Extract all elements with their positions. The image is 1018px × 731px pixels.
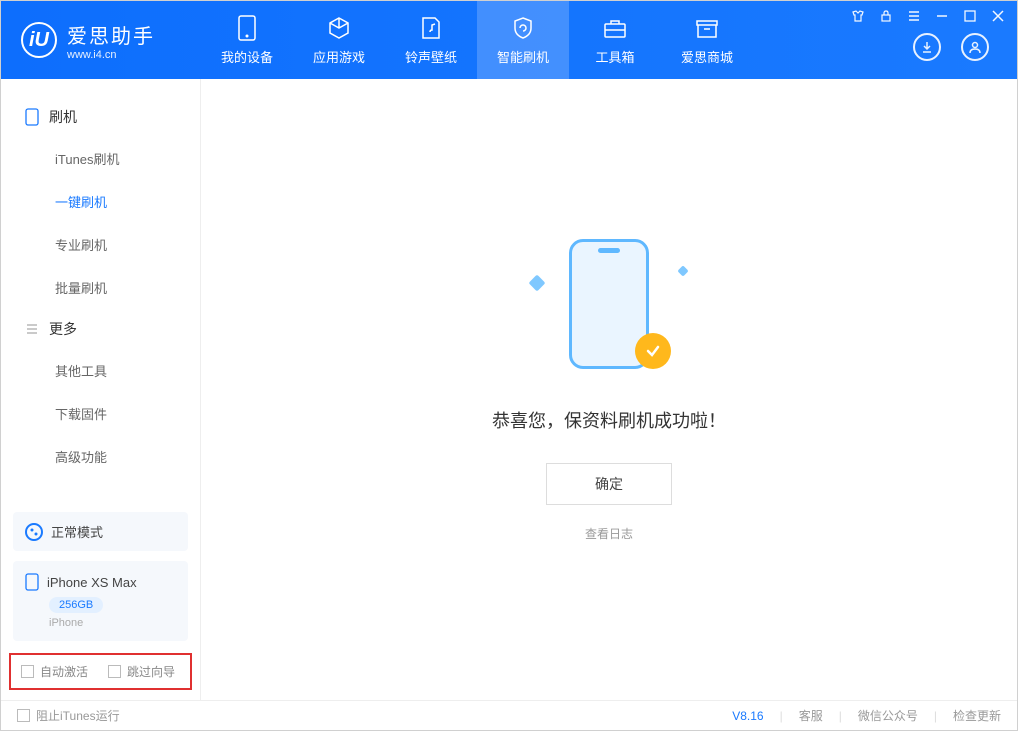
checkbox-label: 跳过向导	[127, 663, 175, 680]
version-label: V8.16	[732, 709, 763, 723]
tab-ringtones-wallpapers[interactable]: 铃声壁纸	[385, 1, 477, 79]
sparkle-icon	[677, 265, 688, 276]
window-controls	[851, 9, 1005, 23]
separator: |	[934, 709, 937, 723]
tab-label: 工具箱	[595, 47, 634, 66]
logo-section: iU 爱思助手 www.i4.cn	[1, 20, 201, 61]
body: 刷机 iTunes刷机 一键刷机 专业刷机 批量刷机 更多 其他工具 下载固件 …	[1, 79, 1017, 700]
device-storage-badge: 256GB	[49, 597, 103, 613]
sidebar-item-advanced[interactable]: 高级功能	[1, 435, 200, 478]
header: iU 爱思助手 www.i4.cn 我的设备 应用游戏 铃声壁纸 智能刷机 工具…	[1, 1, 1017, 79]
sidebar: 刷机 iTunes刷机 一键刷机 专业刷机 批量刷机 更多 其他工具 下载固件 …	[1, 79, 201, 700]
tab-store[interactable]: 爱思商城	[661, 1, 753, 79]
menu-icon[interactable]	[907, 9, 921, 23]
app-url: www.i4.cn	[67, 49, 155, 61]
view-log-link[interactable]: 查看日志	[585, 525, 633, 542]
footer-link-support[interactable]: 客服	[799, 707, 823, 724]
sparkle-icon	[529, 275, 546, 292]
sidebar-item-one-click-flash[interactable]: 一键刷机	[1, 180, 200, 223]
tab-label: 应用游戏	[313, 47, 365, 66]
checkbox-icon	[108, 665, 121, 678]
close-button[interactable]	[991, 9, 1005, 23]
separator: |	[780, 709, 783, 723]
footer-left: 阻止iTunes运行	[17, 707, 120, 724]
tab-smart-flash[interactable]: 智能刷机	[477, 1, 569, 79]
success-message: 恭喜您，保资料刷机成功啦！	[492, 407, 726, 433]
sidebar-item-itunes-flash[interactable]: iTunes刷机	[1, 137, 200, 180]
sidebar-item-pro-flash[interactable]: 专业刷机	[1, 223, 200, 266]
app-title: 爱思助手	[67, 20, 155, 49]
main-content: 恭喜您，保资料刷机成功啦！ 确定 查看日志	[201, 79, 1017, 700]
music-file-icon	[418, 15, 444, 41]
device-type: iPhone	[49, 617, 176, 629]
checkbox-icon	[21, 665, 34, 678]
maximize-button[interactable]	[963, 9, 977, 23]
mode-icon	[25, 523, 43, 541]
sidebar-group-more: 更多	[1, 309, 200, 349]
logo-text: 爱思助手 www.i4.cn	[67, 20, 155, 61]
cube-icon	[326, 15, 352, 41]
list-icon	[25, 322, 39, 336]
mode-label: 正常模式	[51, 522, 103, 541]
device-card[interactable]: iPhone XS Max 256GB iPhone	[13, 561, 188, 641]
highlighted-checkbox-row: 自动激活 跳过向导	[9, 653, 192, 690]
device-name: iPhone XS Max	[47, 575, 137, 590]
sidebar-group-flash: 刷机	[1, 97, 200, 137]
sidebar-item-other-tools[interactable]: 其他工具	[1, 349, 200, 392]
nav-tabs: 我的设备 应用游戏 铃声壁纸 智能刷机 工具箱 爱思商城	[201, 1, 753, 79]
checkmark-badge-icon	[635, 333, 671, 369]
header-action-icons	[913, 33, 989, 61]
footer-link-wechat[interactable]: 微信公众号	[858, 707, 918, 724]
block-itunes-label[interactable]: 阻止iTunes运行	[36, 707, 120, 724]
tab-my-device[interactable]: 我的设备	[201, 1, 293, 79]
lock-icon[interactable]	[879, 9, 893, 23]
minimize-button[interactable]	[935, 9, 949, 23]
ok-button[interactable]: 确定	[546, 463, 672, 505]
checkbox-icon[interactable]	[17, 709, 30, 722]
checkbox-skip-wizard[interactable]: 跳过向导	[108, 663, 175, 680]
footer: 阻止iTunes运行 V8.16 | 客服 | 微信公众号 | 检查更新	[1, 700, 1017, 730]
tab-toolbox[interactable]: 工具箱	[569, 1, 661, 79]
tab-label: 智能刷机	[497, 47, 549, 66]
sidebar-bottom: 正常模式 iPhone XS Max 256GB iPhone	[1, 512, 200, 653]
download-icon[interactable]	[913, 33, 941, 61]
sidebar-item-download-firmware[interactable]: 下载固件	[1, 392, 200, 435]
tab-apps-games[interactable]: 应用游戏	[293, 1, 385, 79]
mode-card[interactable]: 正常模式	[13, 512, 188, 551]
sidebar-nav: 刷机 iTunes刷机 一键刷机 专业刷机 批量刷机 更多 其他工具 下载固件 …	[1, 79, 200, 512]
toolbox-icon	[602, 15, 628, 41]
tab-label: 爱思商城	[681, 47, 733, 66]
device-icon	[234, 15, 260, 41]
user-icon[interactable]	[961, 33, 989, 61]
device-small-icon	[25, 573, 39, 591]
phone-small-icon	[25, 108, 39, 126]
tab-label: 铃声壁纸	[405, 47, 457, 66]
footer-link-check-update[interactable]: 检查更新	[953, 707, 1001, 724]
group-title: 刷机	[49, 107, 77, 127]
app-logo-icon: iU	[21, 22, 57, 58]
checkbox-auto-activate[interactable]: 自动激活	[21, 663, 88, 680]
sidebar-item-batch-flash[interactable]: 批量刷机	[1, 266, 200, 309]
separator: |	[839, 709, 842, 723]
group-title: 更多	[49, 319, 77, 339]
checkbox-label: 自动激活	[40, 663, 88, 680]
tab-label: 我的设备	[221, 47, 273, 66]
footer-right: V8.16 | 客服 | 微信公众号 | 检查更新	[732, 707, 1001, 724]
success-illustration	[529, 237, 689, 377]
shield-refresh-icon	[510, 15, 536, 41]
store-icon	[694, 15, 720, 41]
shirt-icon[interactable]	[851, 9, 865, 23]
device-name-row: iPhone XS Max	[25, 573, 176, 591]
